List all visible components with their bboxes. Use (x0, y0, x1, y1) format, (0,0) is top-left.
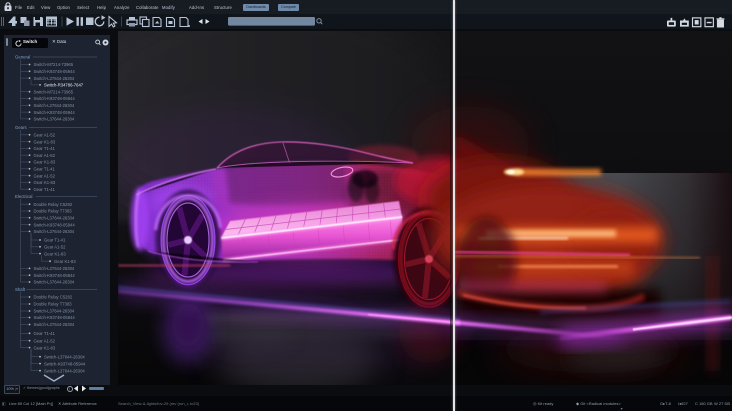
svg-text:General: General (15, 55, 30, 60)
svg-text:Gears: Gears (15, 125, 27, 130)
svg-text:Switch-L37644-26304: Switch-L37644-26304 (44, 368, 85, 373)
svg-text:Gear T1-41: Gear T1-41 (34, 187, 56, 192)
svg-text:Shaft: Shaft (15, 287, 26, 292)
svg-text:Gear A1-52: Gear A1-52 (44, 245, 66, 250)
svg-text:Switch-L37644-26304: Switch-L37644-26304 (34, 322, 75, 327)
svg-text:Switch-K93748-05944: Switch-K93748-05944 (34, 273, 76, 278)
svg-text:Switch-R34786-7647: Switch-R34786-7647 (44, 83, 84, 88)
svg-text:Double Relay C5282: Double Relay C5282 (34, 295, 73, 300)
svg-text:Double Relay T7383: Double Relay T7383 (34, 209, 73, 214)
svg-text:Switch-L37644-26304: Switch-L37644-26304 (34, 76, 75, 81)
svg-text:Gear K1-83: Gear K1-83 (34, 139, 56, 144)
svg-text:Gear A1-52: Gear A1-52 (34, 338, 56, 343)
svg-text:Switch-L37644-26304: Switch-L37644-26304 (34, 309, 75, 314)
svg-text:Gear T1-41: Gear T1-41 (44, 238, 66, 243)
svg-text:Switch-L37644-26304: Switch-L37644-26304 (34, 280, 75, 285)
svg-text:Switch-M7214-73965: Switch-M7214-73965 (34, 89, 74, 94)
svg-text:Switch-L37644-26304: Switch-L37644-26304 (44, 354, 85, 359)
svg-text:Gear A1-52: Gear A1-52 (34, 133, 56, 138)
svg-text:Switch-K93748-05944: Switch-K93748-05944 (34, 222, 76, 227)
svg-text:Switch-L37644-26304: Switch-L37644-26304 (34, 229, 75, 234)
svg-text:Gear T1-41: Gear T1-41 (34, 146, 56, 151)
svg-text:Gear T1-41: Gear T1-41 (34, 331, 56, 336)
svg-text:Switch-L37644-26304: Switch-L37644-26304 (34, 117, 75, 122)
svg-text:Gear K1-83: Gear K1-83 (54, 259, 76, 264)
svg-text:Gear K1-83: Gear K1-83 (34, 180, 56, 185)
svg-text:Electrical: Electrical (15, 194, 32, 199)
svg-text:Switch-K93748-05944: Switch-K93748-05944 (34, 96, 76, 101)
svg-text:Gear K1-83: Gear K1-83 (44, 251, 66, 256)
svg-text:Switch-K93748-05944: Switch-K93748-05944 (34, 110, 76, 115)
svg-text:Gear K1-83: Gear K1-83 (34, 160, 56, 165)
svg-text:Double Relay T7383: Double Relay T7383 (34, 302, 73, 307)
svg-text:Gear T1-41: Gear T1-41 (34, 167, 56, 172)
svg-text:Switch-K93748-05944: Switch-K93748-05944 (44, 361, 86, 366)
svg-text:Switch-L37644-26304: Switch-L37644-26304 (34, 216, 75, 221)
svg-text:Gear K1-83: Gear K1-83 (34, 345, 56, 350)
svg-text:Switch-K93748-05944: Switch-K93748-05944 (34, 315, 76, 320)
svg-text:Double Relay C5282: Double Relay C5282 (34, 202, 73, 207)
svg-text:Switch-K93748-05944: Switch-K93748-05944 (34, 69, 76, 74)
svg-text:Gear A1-52: Gear A1-52 (34, 173, 56, 178)
svg-text:Switch-L37644-26304: Switch-L37644-26304 (34, 266, 75, 271)
svg-text:Switch-M7214-73965: Switch-M7214-73965 (34, 62, 74, 67)
svg-text:Gear A1-52: Gear A1-52 (34, 153, 56, 158)
svg-text:Switch-L37644-26304: Switch-L37644-26304 (34, 103, 75, 108)
